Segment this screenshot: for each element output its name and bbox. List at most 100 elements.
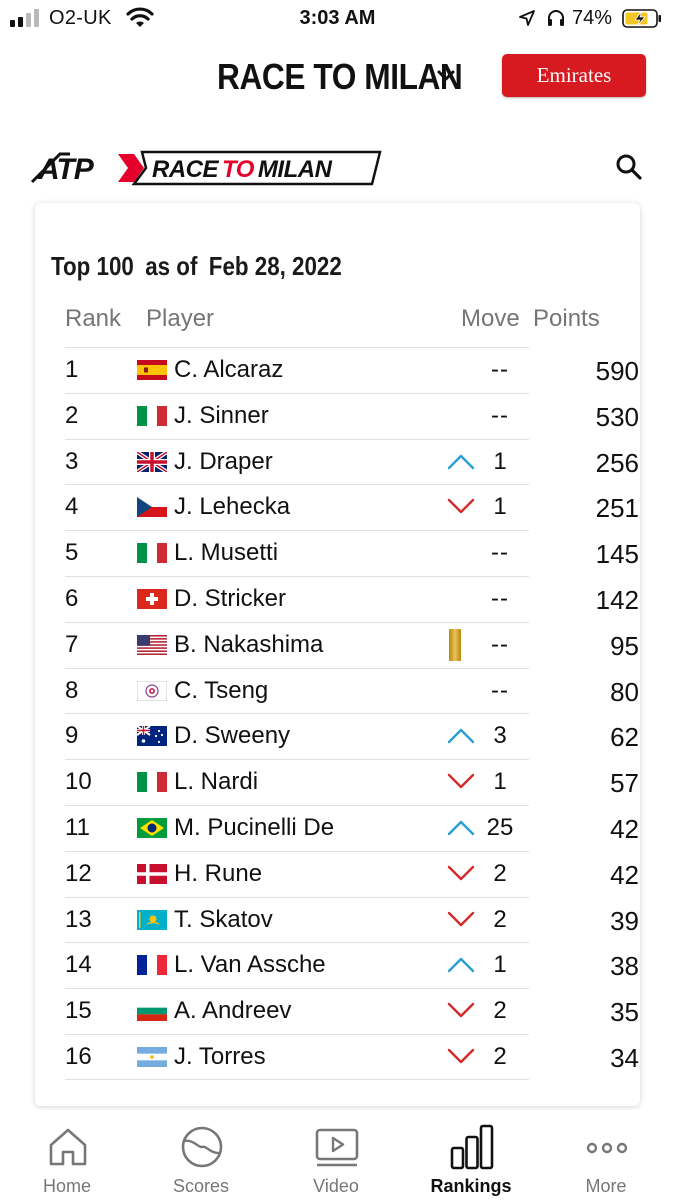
denmark-flag	[137, 863, 167, 884]
rank-cell: 12	[65, 859, 92, 887]
player-name-link[interactable]: J. Lehecka	[174, 493, 290, 521]
table-row[interactable]: 8 C. Tseng -- 80	[65, 667, 639, 714]
move-cell: --	[491, 401, 509, 429]
tab-home[interactable]: Home	[0, 1110, 134, 1200]
points-cell: 530	[595, 401, 639, 432]
rank-cell: 10	[65, 768, 92, 796]
bulgaria-flag	[137, 1001, 167, 1022]
tab-rankings[interactable]: Rankings	[404, 1110, 538, 1200]
tab-rankings-label: Rankings	[430, 1176, 512, 1196]
arrow-up-icon	[447, 958, 475, 973]
brazil-flag	[137, 817, 167, 838]
player-name-link[interactable]: D. Stricker	[174, 585, 286, 613]
rank-cell: 4	[65, 493, 79, 521]
tab-video[interactable]: Video	[269, 1110, 403, 1200]
table-row[interactable]: 10 L. Nardi 1 57	[65, 759, 639, 805]
player-name-link[interactable]: H. Rune	[174, 860, 262, 888]
location-arrow-icon	[519, 10, 535, 26]
table-row[interactable]: 3 J. Draper 1 256	[65, 438, 639, 485]
player-name-link[interactable]: B. Nakashima	[174, 631, 323, 659]
table-row[interactable]: 2 J. Sinner -- 530	[65, 392, 639, 439]
column-header-points[interactable]: Points	[533, 305, 600, 333]
card-title-date[interactable]: Feb 28, 2022	[209, 251, 342, 281]
points-cell: 42	[610, 859, 639, 890]
card-title-top: Top 100	[51, 251, 134, 281]
table-row[interactable]: 12 H. Rune 2 42	[65, 850, 639, 897]
tab-more-label: More	[585, 1176, 627, 1196]
rank-cell: 11	[65, 813, 90, 841]
table-row[interactable]: 14 L. Van Assche 1 38	[65, 942, 639, 988]
table-row[interactable]: 5 L. Musetti -- 145	[65, 530, 639, 576]
player-name-link[interactable]: J. Sinner	[174, 402, 269, 430]
column-header-move[interactable]: Move	[461, 305, 520, 333]
table-row[interactable]: 6 D. Stricker -- 142	[65, 575, 639, 622]
sponsor-button[interactable]: Emirates	[502, 54, 646, 97]
rank-cell: 6	[65, 584, 79, 612]
points-cell: 35	[610, 997, 639, 1028]
table-row[interactable]: 7 B. Nakashima -- 95	[65, 621, 639, 668]
column-header-rank[interactable]: Rank	[65, 305, 121, 333]
move-cell: 1	[493, 493, 507, 521]
battery-charging-icon	[622, 9, 661, 28]
move-cell: --	[491, 630, 509, 658]
table-row[interactable]: 15 A. Andreev 2 35	[65, 988, 639, 1034]
tab-scores-label: Scores	[172, 1176, 230, 1196]
player-name-link[interactable]: J. Draper	[174, 448, 273, 476]
points-cell: 142	[595, 584, 639, 615]
rankings-card: Top 100 as of Feb 28, 2022 Rank Player M…	[35, 203, 640, 1106]
player-name-link[interactable]: L. Nardi	[174, 768, 258, 796]
points-cell: 95	[610, 630, 639, 661]
player-name-link[interactable]: D. Sweeny	[174, 722, 290, 750]
points-cell: 145	[595, 539, 639, 570]
tab-video-label: Video	[313, 1176, 359, 1196]
logo-milan-text: MILAN	[258, 156, 333, 183]
player-name-link[interactable]: L. Van Assche	[174, 951, 326, 979]
spain-flag	[137, 360, 167, 380]
search-icon[interactable]	[614, 152, 644, 182]
table-row[interactable]: 16 J. Torres 2 34	[65, 1033, 639, 1080]
chevron-down-icon[interactable]	[434, 64, 458, 88]
rankings-table: 1 C. Alcaraz -- 590 2 J. Sinner -- 530 3 J. Drape…	[65, 347, 639, 1080]
move-cell: --	[491, 539, 509, 567]
move-cell: --	[491, 584, 509, 612]
home-icon	[49, 1128, 87, 1166]
arrow-up-icon	[447, 820, 475, 836]
italy-flag	[137, 772, 167, 793]
points-cell: 590	[595, 356, 639, 386]
more-dots-icon	[586, 1142, 628, 1154]
page-title[interactable]: RACE TO MILAN	[217, 56, 463, 98]
table-row[interactable]: 4 J. Lehecka 1 251	[65, 484, 639, 530]
card-title: Top 100 as of Feb 28, 2022	[51, 251, 347, 282]
arrow-down-icon	[447, 1002, 475, 1018]
france-flag	[137, 955, 167, 976]
player-name-link[interactable]: L. Musetti	[174, 539, 278, 567]
points-cell: 80	[610, 676, 639, 707]
player-name-link[interactable]: C. Alcaraz	[174, 356, 283, 384]
column-header-player[interactable]: Player	[146, 305, 214, 333]
atp-race-to-milan-logo: ATP RACE TO MILAN	[30, 150, 382, 186]
uk-flag	[137, 451, 167, 472]
player-name-link[interactable]: M. Pucinelli De	[174, 814, 334, 842]
move-cell: 25	[486, 813, 514, 841]
table-row[interactable]: 1 C. Alcaraz -- 590	[65, 347, 639, 393]
arrow-down-icon	[447, 1048, 475, 1064]
rank-cell: 9	[65, 722, 79, 750]
rank-cell: 13	[65, 905, 92, 933]
tab-scores[interactable]: Scores	[134, 1110, 268, 1200]
points-cell: 256	[595, 447, 639, 478]
kazakhstan-flag	[137, 909, 167, 930]
rank-cell: 16	[65, 1042, 92, 1070]
player-name-link[interactable]: T. Skatov	[174, 906, 273, 934]
player-name-link[interactable]: J. Torres	[174, 1043, 266, 1071]
points-cell: 251	[595, 493, 639, 524]
tab-more[interactable]: More	[539, 1110, 673, 1200]
table-row[interactable]: 13 T. Skatov 2 39	[65, 896, 639, 943]
table-row[interactable]: 9 D. Sweeny 3 62	[65, 713, 639, 759]
table-row[interactable]: 11 M. Pucinelli De 25 42	[65, 804, 639, 851]
player-name-link[interactable]: A. Andreev	[174, 997, 291, 1025]
argentina-flag	[137, 1046, 167, 1067]
rank-cell: 1	[65, 356, 79, 383]
player-name-link[interactable]: C. Tseng	[174, 677, 268, 705]
move-cell: 3	[493, 722, 507, 750]
points-cell: 57	[610, 768, 639, 799]
